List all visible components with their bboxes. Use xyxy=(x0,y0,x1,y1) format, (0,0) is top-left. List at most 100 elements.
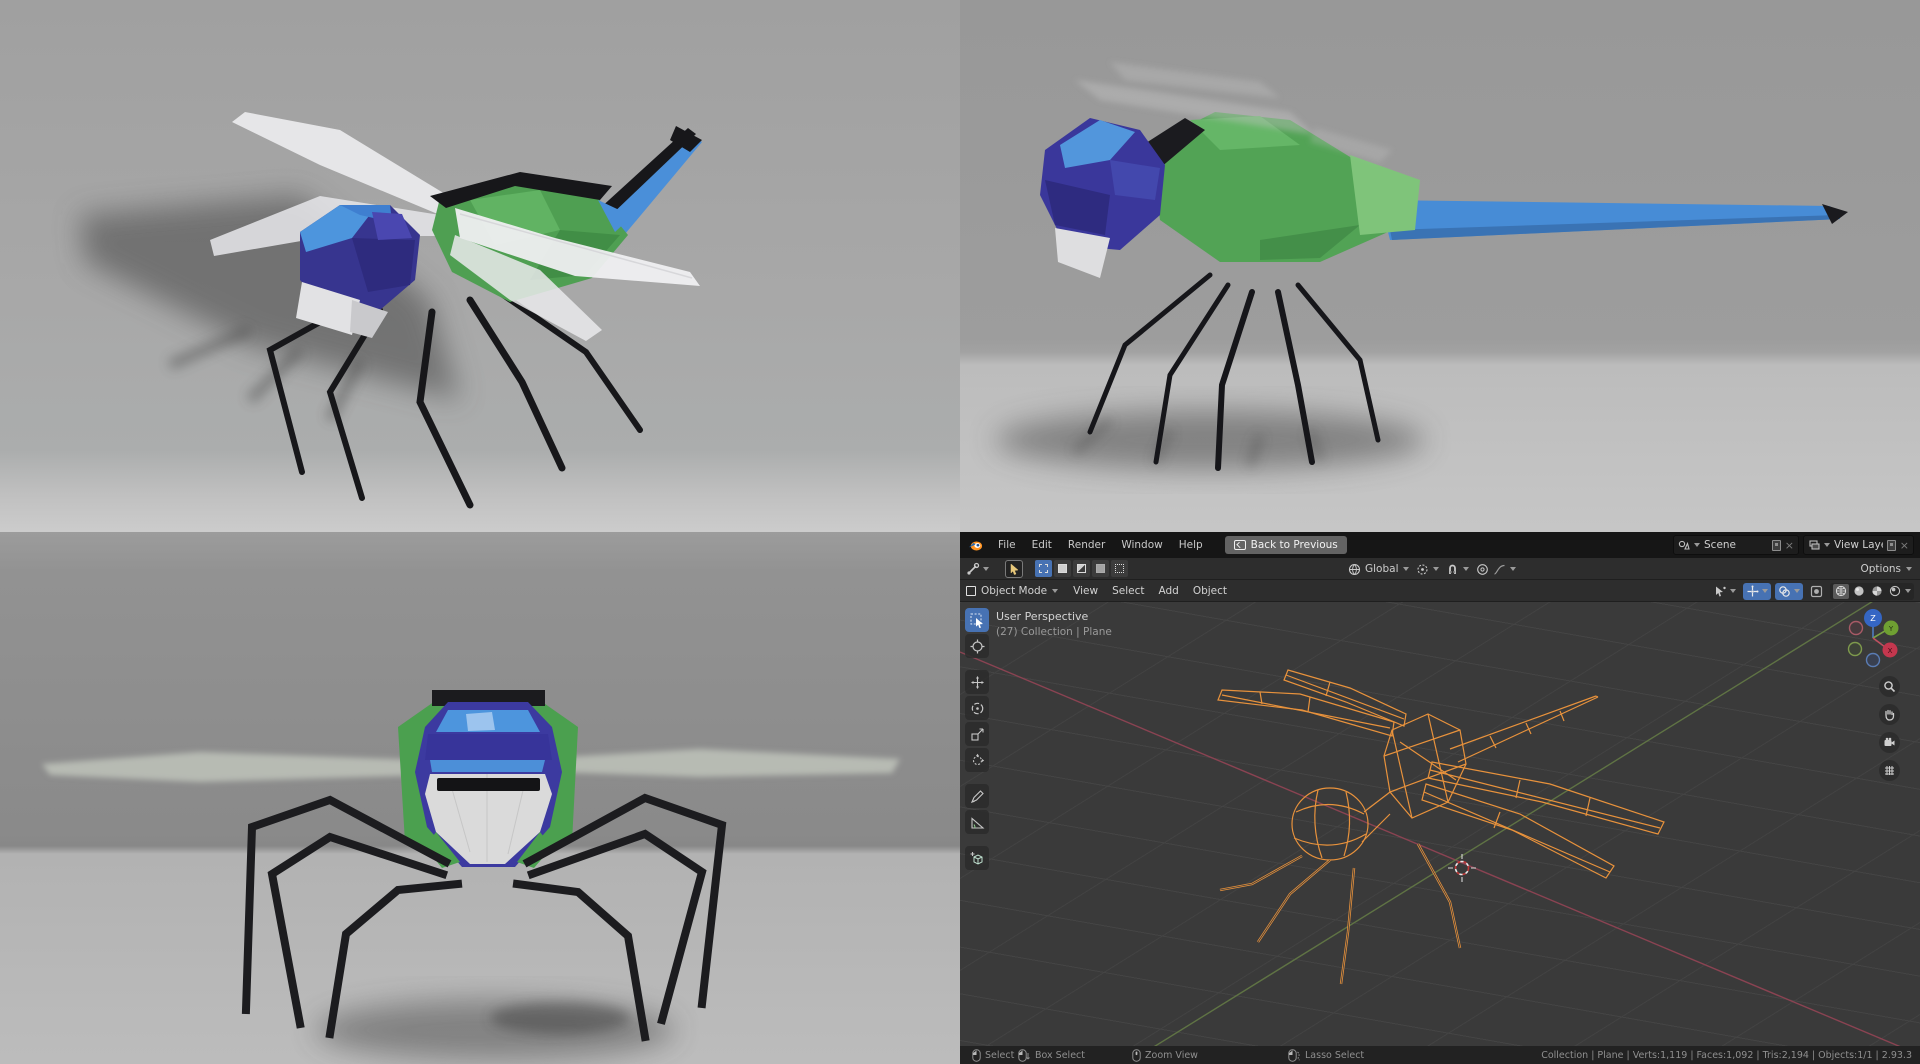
close-icon[interactable]: × xyxy=(1785,540,1794,551)
header-menu-object[interactable]: Object xyxy=(1186,585,1234,597)
chevron-down-icon xyxy=(1906,567,1912,571)
status-bar: Select Box Select Zoom View Lasso Select… xyxy=(960,1046,1920,1064)
chevron-down-icon xyxy=(983,566,989,571)
select-mode-invert-button[interactable] xyxy=(1092,560,1109,577)
mode-dropdown[interactable]: Object Mode xyxy=(960,585,1066,597)
chevron-down-icon xyxy=(1824,543,1830,547)
render-front-view xyxy=(0,532,960,1064)
close-icon[interactable]: × xyxy=(1900,540,1909,551)
scene-icon xyxy=(1678,540,1690,550)
view-layer-name: View Layer xyxy=(1834,539,1883,551)
toggle-orthographic-button[interactable] xyxy=(1879,760,1900,781)
view-layer-icon xyxy=(1809,540,1820,550)
active-tool-select-box-button[interactable] xyxy=(1005,559,1023,578)
editor-type-selector[interactable] xyxy=(960,562,995,576)
menu-item-window[interactable]: Window xyxy=(1113,532,1170,558)
snap-toggle[interactable] xyxy=(1446,563,1469,576)
select-mode-intersect-button[interactable] xyxy=(1111,560,1128,577)
extend-mode-icon xyxy=(1058,564,1067,573)
show-overlays-toggle[interactable] xyxy=(1775,582,1803,600)
header-menu-add[interactable]: Add xyxy=(1151,585,1185,597)
chevron-down-icon xyxy=(1052,588,1059,593)
dragonfly-render-side xyxy=(995,62,1848,471)
header-menu-view[interactable]: View xyxy=(1066,585,1105,597)
pivot-dropdown[interactable] xyxy=(1416,563,1439,576)
object-visibility-dropdown[interactable] xyxy=(1711,583,1739,600)
menu-item-edit[interactable]: Edit xyxy=(1024,532,1060,558)
tool-rotate-button[interactable] xyxy=(965,696,989,720)
thorax xyxy=(1135,112,1420,262)
chevron-down-icon xyxy=(1794,589,1800,593)
gizmo-icon xyxy=(1747,585,1759,596)
back-button-label: Back to Previous xyxy=(1250,539,1338,551)
menu-item-file[interactable]: File xyxy=(990,532,1024,558)
new-scene-icon[interactable] xyxy=(1771,539,1781,551)
menu-item-render[interactable]: Render xyxy=(1060,532,1113,558)
shading-wireframe-button[interactable] xyxy=(1833,583,1849,599)
shading-solid-button[interactable] xyxy=(1851,584,1867,599)
tool-add-cube-button[interactable] xyxy=(965,846,989,870)
mouse-middle-icon xyxy=(1132,1048,1141,1062)
scene-selector[interactable]: Scene × xyxy=(1673,535,1799,555)
viewport-header-right xyxy=(1711,581,1914,601)
options-dropdown[interactable]: Options xyxy=(1860,558,1912,580)
zoom-view-button[interactable] xyxy=(1879,676,1900,697)
tool-transform-button[interactable] xyxy=(965,748,989,772)
hint-label: Lasso Select xyxy=(1305,1049,1365,1061)
shading-material-button[interactable] xyxy=(1869,584,1885,599)
tool-scale-button[interactable] xyxy=(965,722,989,746)
set-mode-icon xyxy=(1039,564,1048,573)
axis-negative-y-ball[interactable] xyxy=(1847,641,1863,657)
xray-toggle[interactable] xyxy=(1807,583,1826,600)
view-perspective-label: User Perspective xyxy=(996,610,1089,623)
tool-cursor-button[interactable] xyxy=(965,634,989,658)
viewport-toolbar xyxy=(965,608,989,870)
select-mode-subtract-button[interactable] xyxy=(1073,560,1090,577)
subtract-mode-icon xyxy=(1077,564,1086,573)
head xyxy=(415,702,562,868)
header-menu-select[interactable]: Select xyxy=(1105,585,1151,597)
add-cube-icon xyxy=(970,851,982,865)
camera-view-button[interactable] xyxy=(1879,732,1900,753)
menu-item-help[interactable]: Help xyxy=(1171,532,1211,558)
select-mode-extend-button[interactable] xyxy=(1054,560,1071,577)
viewport-3d[interactable]: User Perspective (27) Collection | Plane xyxy=(960,602,1920,1046)
axis-negative-x-ball[interactable] xyxy=(1848,620,1864,636)
view-layer-selector[interactable]: View Layer × xyxy=(1803,535,1914,555)
tool-measure-button[interactable] xyxy=(965,810,989,834)
blender-topbar: File Edit Render Window Help Back to Pre… xyxy=(960,532,1920,558)
screenshot-composite: File Edit Render Window Help Back to Pre… xyxy=(0,0,1920,1064)
new-view-layer-icon[interactable] xyxy=(1886,539,1896,551)
hint-label: Zoom View xyxy=(1145,1049,1198,1061)
annotate-pen-icon xyxy=(970,789,984,803)
tool-move-button[interactable] xyxy=(965,670,989,694)
chevron-down-icon xyxy=(1694,543,1700,547)
tool-annotate-button[interactable] xyxy=(965,784,989,808)
mouse-left-icon xyxy=(972,1048,981,1062)
axis-z-label: Z xyxy=(1870,614,1876,623)
hint-lasso-select: Lasso Select xyxy=(1288,1046,1364,1064)
viewport-scene xyxy=(960,602,1901,1046)
show-gizmo-toggle[interactable] xyxy=(1743,582,1771,600)
tool-select-box-button[interactable] xyxy=(965,608,989,632)
cursor-tool-icon xyxy=(970,639,984,653)
orientation-dropdown[interactable]: Global xyxy=(1348,563,1409,576)
object-mode-icon xyxy=(966,585,976,596)
pan-view-button[interactable] xyxy=(1879,704,1900,725)
hint-box-select: Box Select xyxy=(1018,1046,1085,1064)
chevron-down-icon xyxy=(1905,589,1911,593)
chevron-down-icon xyxy=(1432,567,1439,571)
axis-negative-z-ball[interactable] xyxy=(1865,652,1881,668)
proportional-editing-toggle[interactable] xyxy=(1476,563,1516,576)
visibility-filter-icon xyxy=(1716,586,1726,596)
move-icon xyxy=(970,675,984,689)
measure-icon xyxy=(970,816,984,829)
render-perspective-view xyxy=(0,0,960,532)
select-mode-set-button[interactable] xyxy=(1035,560,1052,577)
back-to-previous-button[interactable]: Back to Previous xyxy=(1224,536,1347,554)
invert-mode-icon xyxy=(1096,564,1105,573)
navigation-axis-gizmo[interactable]: Z Y X xyxy=(1838,606,1908,672)
viewport-header: Object Mode View Select Add Object xyxy=(960,580,1920,602)
shading-rendered-button[interactable] xyxy=(1887,584,1903,599)
zoom-icon xyxy=(1884,681,1896,693)
